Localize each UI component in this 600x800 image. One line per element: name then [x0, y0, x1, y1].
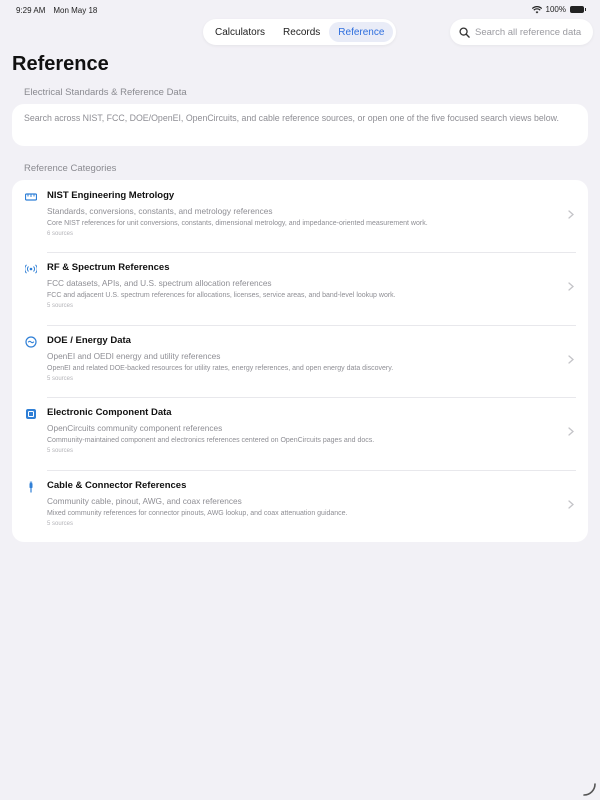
category-subtitle: Standards, conversions, constants, and m… [47, 206, 273, 216]
tab-records[interactable]: Records [274, 22, 329, 42]
search-input[interactable] [475, 26, 587, 38]
search-icon [459, 26, 470, 38]
tab-calculators[interactable]: Calculators [206, 22, 274, 42]
category-description: OpenEI and related DOE-backed resources … [47, 364, 394, 372]
section-header-categories: Reference Categories [24, 163, 117, 174]
chevron-right-icon [568, 499, 574, 509]
section-header-standards: Electrical Standards & Reference Data [24, 87, 187, 98]
category-list: NIST Engineering Metrology Standards, co… [12, 180, 588, 542]
category-description: Mixed community references for connector… [47, 509, 348, 517]
cable-icon [29, 481, 33, 493]
chevron-right-icon [568, 355, 574, 364]
category-source-count: 5 sources [47, 448, 74, 455]
status-date: Mon May 18 [53, 6, 98, 15]
resize-handle-icon[interactable] [582, 782, 596, 796]
category-title: Electronic Component Data [47, 407, 172, 419]
energy-icon [25, 336, 37, 348]
category-cable-connector[interactable]: Cable & Connector References Community c… [12, 469, 588, 542]
category-source-count: 5 sources [47, 520, 74, 527]
search-bar[interactable] [450, 19, 593, 45]
category-source-count: 5 sources [47, 303, 74, 310]
chevron-right-icon [568, 210, 574, 219]
tab-reference[interactable]: Reference [329, 22, 394, 42]
battery-percent: 100% [545, 5, 566, 14]
category-title: NIST Engineering Metrology [47, 190, 175, 201]
status-right: 100% [531, 5, 586, 14]
category-title: RF & Spectrum References [47, 262, 170, 274]
category-description: FCC and adjacent U.S. spectrum reference… [47, 292, 396, 300]
page-title: Reference [12, 53, 109, 75]
status-time: 9:29 AM Mon May 18 [16, 6, 98, 15]
chip-icon [26, 409, 36, 420]
category-title: DOE / Energy Data [47, 334, 131, 346]
category-doe-energy[interactable]: DOE / Energy Data OpenEI and OEDI energy… [12, 324, 588, 397]
category-source-count: 5 sources [47, 375, 74, 382]
category-subtitle: Community cable, pinout, AWG, and coax r… [47, 495, 242, 506]
chevron-right-icon [568, 282, 574, 292]
ruler-icon [25, 193, 37, 201]
category-subtitle: OpenCircuits community component referen… [47, 423, 223, 434]
category-description: Core NIST references for unit conversion… [47, 220, 428, 227]
category-title: Cable & Connector References [47, 479, 187, 491]
intro-card: Search across NIST, FCC, DOE/OpenEI, Ope… [12, 104, 588, 146]
category-source-count: 6 sources [47, 231, 74, 237]
chevron-right-icon [568, 427, 574, 436]
category-nist[interactable]: NIST Engineering Metrology Standards, co… [12, 180, 588, 252]
wifi-icon [531, 5, 542, 13]
status-bar: 9:29 AM Mon May 18 100% [0, 0, 600, 20]
battery-icon [570, 6, 586, 13]
antenna-icon [25, 264, 37, 274]
category-rf-spectrum[interactable]: RF & Spectrum References FCC datasets, A… [12, 252, 588, 324]
category-subtitle: FCC datasets, APIs, and U.S. spectrum al… [47, 278, 272, 289]
top-tab-bar: Calculators Records Reference [203, 19, 397, 45]
category-description: Community-maintained component and elect… [47, 437, 375, 445]
category-electronic-components[interactable]: Electronic Component Data OpenCircuits c… [12, 397, 588, 469]
category-subtitle: OpenEI and OEDI energy and utility refer… [47, 350, 221, 361]
intro-text: Search across NIST, FCC, DOE/OpenEI, Ope… [24, 113, 559, 123]
